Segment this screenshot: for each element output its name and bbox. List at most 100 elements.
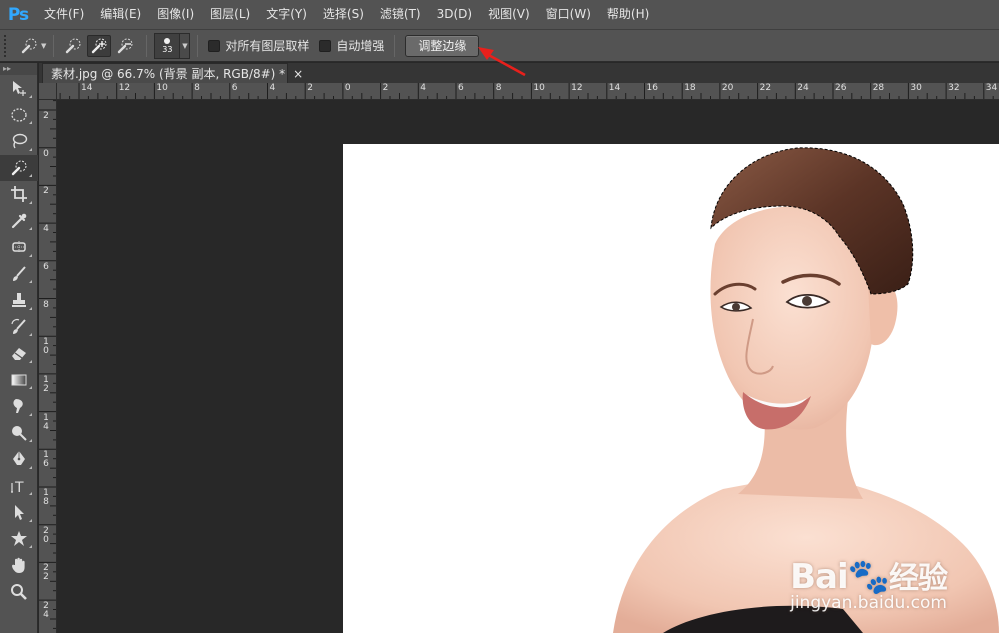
vertical-ruler[interactable]: 2 0 2 4 6 8 1 0 1 2 1 4 1 6 1 8 2 0 2 2 2 4 xyxy=(39,100,57,633)
crop-tool[interactable] xyxy=(0,181,38,208)
ruler-label: 2 xyxy=(43,111,49,121)
auto-enhance-label: 自动增强 xyxy=(336,39,385,53)
svg-text:T: T xyxy=(14,480,24,495)
document-tab[interactable]: 素材.jpg @ 66.7% (背景 副本, RGB/8#) * × xyxy=(42,63,303,83)
close-icon[interactable]: × xyxy=(293,67,303,81)
tools-panel: ▸▸ T xyxy=(0,63,38,633)
menu-view[interactable]: 视图(V) xyxy=(480,0,538,29)
ruler-label: 6 xyxy=(231,83,238,93)
sample-all-layers-checkbox[interactable]: 对所有图层取样 xyxy=(208,37,309,54)
ruler-label: 6 xyxy=(458,83,464,93)
refine-edge-button[interactable]: 调整边缘 xyxy=(405,34,480,57)
move-tool[interactable] xyxy=(0,75,38,102)
watermark-url: jingyan.baidu.com xyxy=(790,593,947,613)
add-to-selection-button[interactable] xyxy=(87,34,112,57)
menu-3d[interactable]: 3D(D) xyxy=(429,0,480,29)
dodge-icon xyxy=(12,425,27,441)
eraser-tool[interactable] xyxy=(0,340,38,367)
history-brush-tool[interactable] xyxy=(0,314,38,341)
clone-stamp-tool[interactable] xyxy=(0,287,38,314)
ruler-label: 26 xyxy=(835,83,847,93)
ruler-label: 28 xyxy=(872,83,885,93)
ruler-label: 2 xyxy=(43,186,49,197)
lasso-icon xyxy=(12,134,28,149)
menu-filter[interactable]: 滤镜(T) xyxy=(372,0,429,29)
blur-tool[interactable] xyxy=(0,393,38,420)
menu-help[interactable]: 帮助(H) xyxy=(599,0,657,29)
zoom-icon xyxy=(11,583,27,600)
custom-shape-icon xyxy=(11,530,27,546)
custom-shape-tool[interactable] xyxy=(0,526,38,553)
new-selection-button[interactable] xyxy=(61,35,85,57)
ruler-label: 0 xyxy=(344,83,351,93)
canvas-area[interactable]: Bai🐾经验 jingyan.baidu.com xyxy=(57,100,999,633)
menu-file[interactable]: 文件(F) xyxy=(36,0,92,29)
ruler-label: 1 6 xyxy=(43,450,49,470)
baidu-watermark: Bai🐾经验 jingyan.baidu.com xyxy=(790,553,948,613)
ruler-label: 1 2 xyxy=(43,374,49,394)
brush-size-preview[interactable]: 33 xyxy=(154,32,181,59)
eyedropper-icon xyxy=(11,213,27,228)
add-to-selection-icon xyxy=(92,38,107,53)
options-grip[interactable] xyxy=(4,34,12,57)
ruler-label: 10 xyxy=(156,83,168,93)
tools-panel-header[interactable]: ▸▸ xyxy=(0,63,37,75)
brush-tip-icon xyxy=(164,37,171,44)
ruler-label: 2 4 xyxy=(43,601,49,621)
subtract-from-selection-button[interactable] xyxy=(113,35,137,57)
photoshop-logo: Ps xyxy=(7,4,29,25)
vertical-ruler-ticks xyxy=(39,100,56,629)
checkbox-box[interactable] xyxy=(208,39,221,52)
quick-selection-tool[interactable] xyxy=(0,154,38,181)
lasso-tool[interactable] xyxy=(0,128,38,155)
ruler-label: 14 xyxy=(81,83,93,93)
document-title: 素材.jpg @ 66.7% (背景 副本, RGB/8#) * xyxy=(51,67,286,81)
quick-selection-icon xyxy=(11,160,27,175)
type-tool[interactable]: T xyxy=(0,473,38,500)
ruler-label: 34 xyxy=(985,83,998,93)
eraser-icon xyxy=(12,348,26,361)
ruler-label: 4 xyxy=(420,83,427,93)
ruler-label: 1 0 xyxy=(43,337,49,357)
ruler-label: 8 xyxy=(495,83,502,93)
healing-brush-tool[interactable] xyxy=(0,234,38,261)
menu-type[interactable]: 文字(Y) xyxy=(258,0,315,29)
ruler-label: 1 8 xyxy=(43,488,49,507)
ruler-label: 12 xyxy=(571,83,583,93)
auto-enhance-checkbox[interactable]: 自动增强 xyxy=(319,37,384,54)
checkbox-box[interactable] xyxy=(319,39,332,52)
watermark-brand-text: Bai xyxy=(790,557,849,597)
ruler-label: 2 xyxy=(307,83,313,93)
ruler-label: 20 xyxy=(721,83,734,93)
watermark-brand-tail: 经验 xyxy=(888,561,948,596)
spot-healing-icon xyxy=(12,241,26,254)
zoom-tool[interactable] xyxy=(0,579,38,606)
pen-tool[interactable] xyxy=(0,446,38,473)
gradient-tool[interactable] xyxy=(0,367,38,394)
menu-image[interactable]: 图像(I) xyxy=(149,0,202,29)
brush-tool[interactable] xyxy=(0,261,38,288)
brush-icon xyxy=(13,266,26,281)
ruler-label: 12 xyxy=(118,83,131,93)
hand-tool[interactable] xyxy=(0,552,38,579)
options-bar: ▼ 33 ▼ 对所有图层取样 自动增强 调整边缘 xyxy=(0,29,999,62)
ruler-label: 0 xyxy=(43,148,49,159)
menu-bar: Ps 文件(F) 编辑(E) 图像(I) 图层(L) 文字(Y) 选择(S) 滤… xyxy=(0,0,999,29)
ruler-label: 1 4 xyxy=(43,412,49,432)
brush-picker-dropdown[interactable]: ▼ xyxy=(180,32,191,59)
path-selection-tool[interactable] xyxy=(0,499,38,526)
horizontal-ruler[interactable]: 14 12 10 8 6 4 2 0 2 4 6 8 10 12 14 16 18 20 22 24 26 28 30 32 3… xyxy=(57,83,999,100)
menu-layer[interactable]: 图层(L) xyxy=(202,0,258,29)
tool-preset-picker[interactable]: ▼ xyxy=(20,35,46,57)
eyedropper-tool[interactable] xyxy=(0,208,38,235)
dodge-tool[interactable] xyxy=(0,420,38,447)
history-brush-icon xyxy=(11,318,26,334)
menu-window[interactable]: 窗口(W) xyxy=(538,0,599,29)
document-canvas[interactable]: Bai🐾经验 jingyan.baidu.com xyxy=(343,144,999,633)
menu-select[interactable]: 选择(S) xyxy=(315,0,372,29)
marquee-tool[interactable] xyxy=(0,102,38,129)
chevron-down-icon: ▼ xyxy=(41,41,47,50)
ruler-label: 30 xyxy=(910,83,922,93)
ruler-origin[interactable] xyxy=(39,83,57,100)
menu-edit[interactable]: 编辑(E) xyxy=(92,0,149,29)
